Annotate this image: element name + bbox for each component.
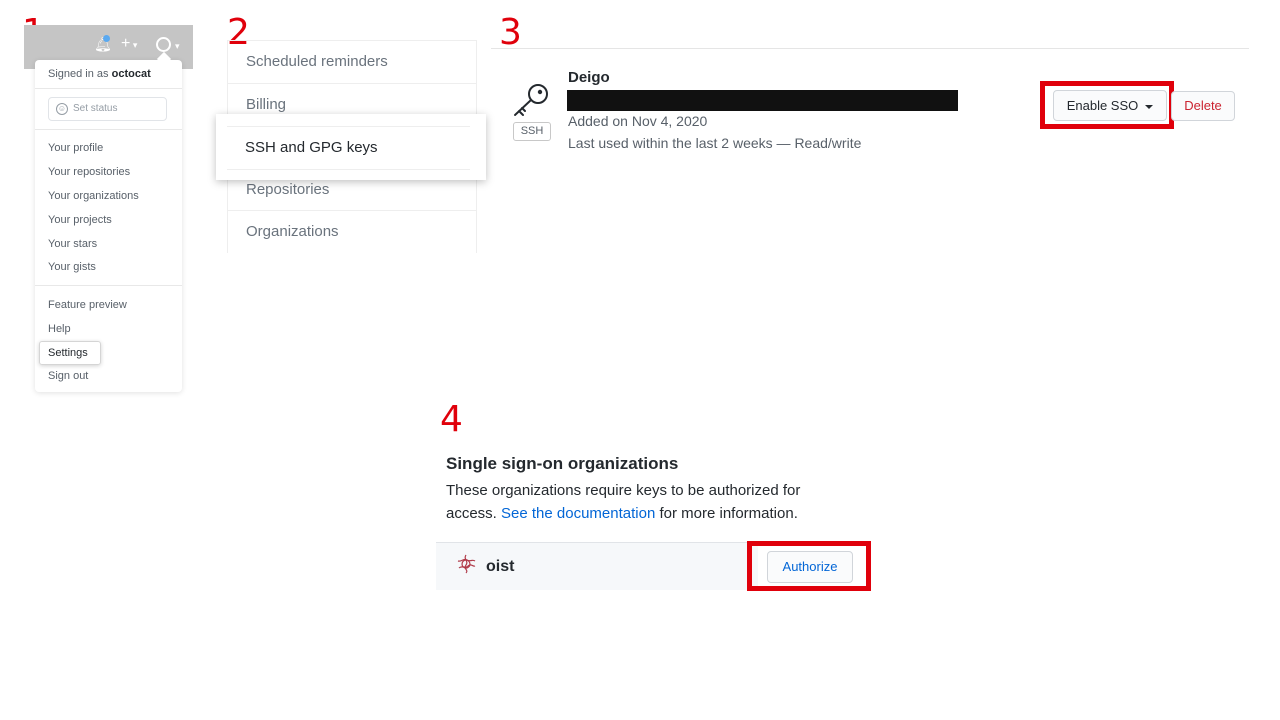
user-dropdown-menu: Signed in as octocat ☺ Set status Your p… xyxy=(35,51,182,392)
key-last-used: Last used within the last 2 weeks — Read… xyxy=(568,135,862,151)
sidebar-item-ssh-gpg-keys[interactable]: SSH and GPG keys xyxy=(216,114,486,180)
menu-item-sign-out[interactable]: Sign out xyxy=(48,369,88,383)
menu-item-your-profile[interactable]: Your profile xyxy=(48,141,103,155)
signed-in-text: Signed in as octocat xyxy=(48,68,151,80)
org-name: oist xyxy=(486,558,515,575)
org-logo-icon xyxy=(457,554,476,574)
chevron-down-icon[interactable]: ▾ xyxy=(175,37,180,55)
notification-dot xyxy=(103,35,110,42)
menu-item-settings[interactable]: Settings xyxy=(39,341,101,365)
smiley-icon: ☺ xyxy=(56,103,68,115)
step-number-4: 4 xyxy=(440,399,463,440)
sidebar-item-label: SSH and GPG keys xyxy=(227,126,470,170)
avatar-icon[interactable] xyxy=(156,37,171,52)
divider xyxy=(35,285,182,286)
menu-item-your-stars[interactable]: Your stars xyxy=(48,237,97,251)
menu-item-feature-preview[interactable]: Feature preview xyxy=(48,298,127,312)
divider xyxy=(491,48,1249,49)
sso-description: These organizations require keys to be a… xyxy=(446,482,801,522)
step-number-3: 3 xyxy=(499,12,522,53)
plus-icon[interactable]: + ▾ xyxy=(121,35,137,54)
divider xyxy=(35,88,182,89)
ssh-badge: SSH xyxy=(513,122,551,141)
divider xyxy=(35,129,182,130)
menu-item-your-projects[interactable]: Your projects xyxy=(48,213,112,227)
menu-item-help[interactable]: Help xyxy=(48,322,71,336)
menu-item-your-gists[interactable]: Your gists xyxy=(48,260,96,274)
authorize-button[interactable]: Authorize xyxy=(767,551,853,583)
username: octocat xyxy=(111,68,151,80)
caret-down-icon xyxy=(1145,104,1154,109)
delete-button[interactable]: Delete xyxy=(1171,91,1235,121)
menu-item-your-repositories[interactable]: Your repositories xyxy=(48,165,130,179)
sidebar-item-scheduled-reminders[interactable]: Scheduled reminders xyxy=(228,40,476,82)
sso-title: Single sign-on organizations xyxy=(446,454,679,473)
documentation-link[interactable]: See the documentation xyxy=(501,505,655,522)
key-icon xyxy=(514,84,548,116)
redacted-fingerprint xyxy=(567,90,958,111)
key-added-date: Added on Nov 4, 2020 xyxy=(568,113,708,129)
sidebar-item-organizations[interactable]: Organizations xyxy=(228,210,476,252)
set-status-button[interactable]: ☺ Set status xyxy=(48,97,167,121)
key-title: Deigo xyxy=(568,69,610,86)
enable-sso-button[interactable]: Enable SSO xyxy=(1053,90,1167,121)
menu-item-your-organizations[interactable]: Your organizations xyxy=(48,189,139,203)
org-row xyxy=(436,542,758,590)
